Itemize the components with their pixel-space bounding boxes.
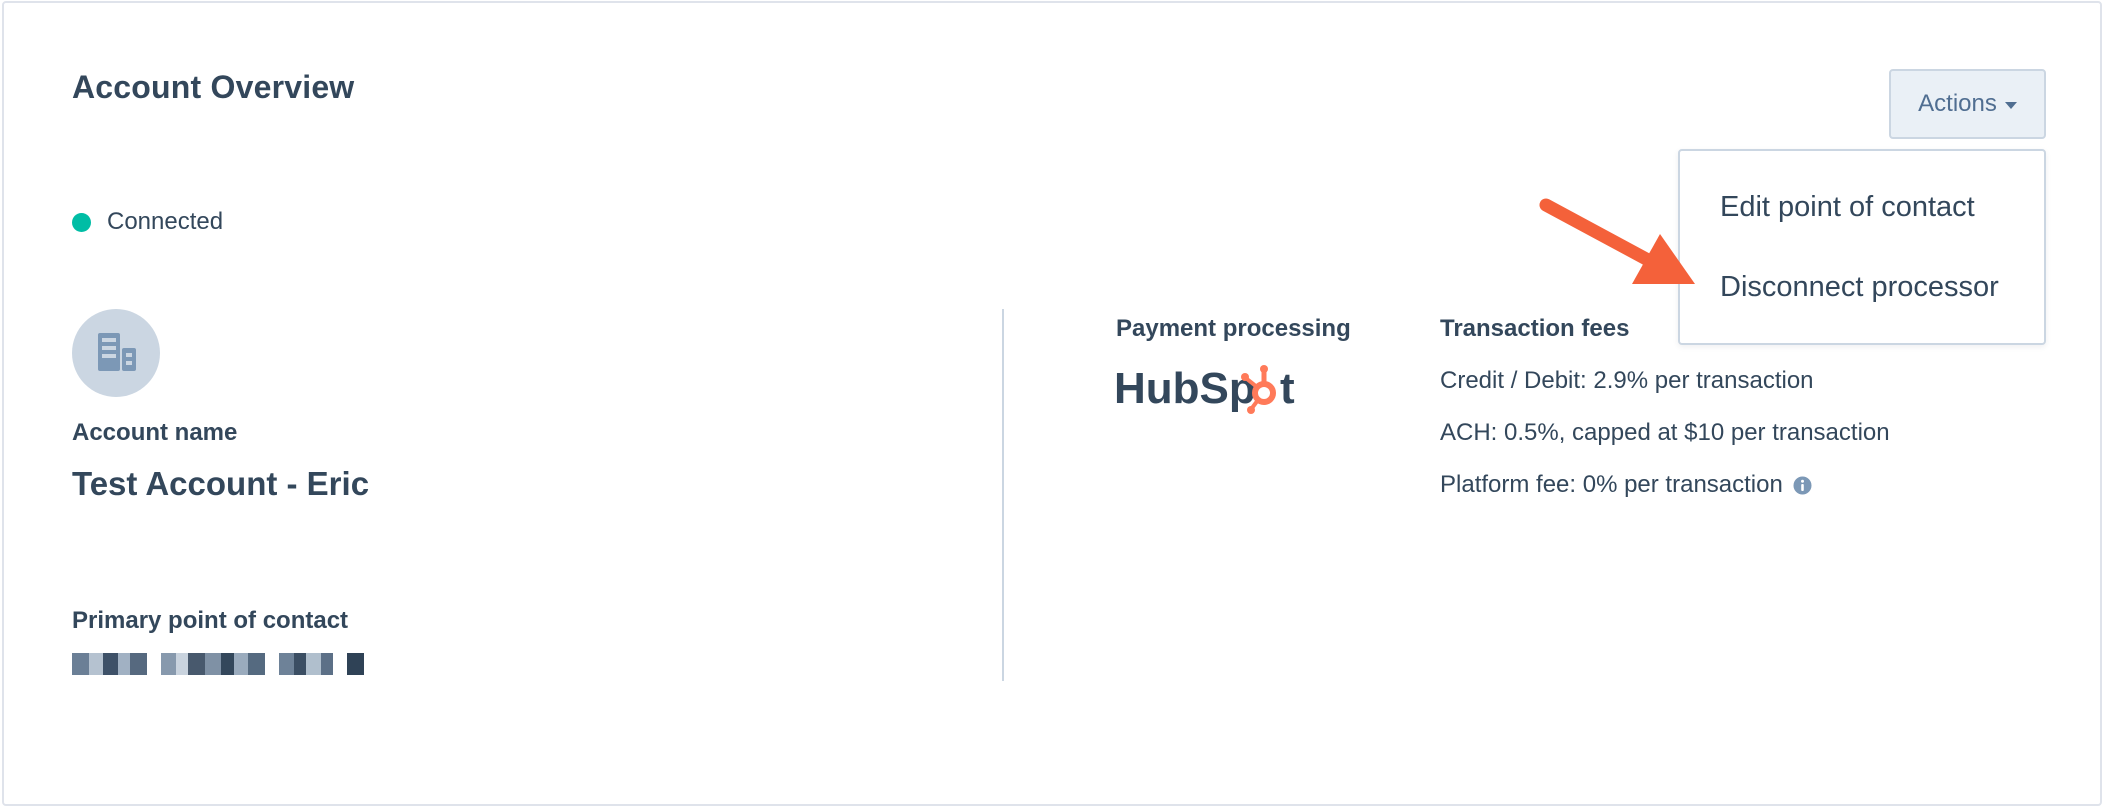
fee-platform-text: Platform fee: 0% per transaction <box>1440 471 1783 498</box>
status-dot-icon <box>72 212 91 232</box>
account-overview-card: Account Overview Connected Account name … <box>2 1 2102 806</box>
hubspot-logo: HubSp t <box>1114 361 1304 422</box>
account-avatar <box>72 309 160 397</box>
actions-button-label: Actions <box>1918 90 1997 117</box>
annotation-arrow-icon <box>1539 198 1695 284</box>
connection-status: Connected <box>72 208 223 236</box>
transaction-fees-label: Transaction fees <box>1440 315 1630 342</box>
payment-processing-label: Payment processing <box>1116 315 1351 342</box>
svg-text:HubSp: HubSp <box>1114 364 1256 413</box>
primary-contact-label: Primary point of contact <box>72 607 349 634</box>
account-name-value: Test Account - Eric <box>72 465 370 502</box>
actions-dropdown-menu: Edit point of contact Disconnect process… <box>1678 149 2046 345</box>
fee-ach: ACH: 0.5%, capped at $10 per transaction <box>1440 419 1890 446</box>
page-title: Account Overview <box>72 69 355 105</box>
fee-credit-debit: Credit / Debit: 2.9% per transaction <box>1440 367 1814 394</box>
status-label: Connected <box>107 208 224 235</box>
actions-button[interactable]: Actions <box>1889 69 2046 139</box>
account-name-label: Account name <box>72 419 238 446</box>
menu-item-edit-point-of-contact[interactable]: Edit point of contact <box>1720 191 1975 224</box>
section-divider <box>1002 309 1004 681</box>
menu-item-disconnect-processor[interactable]: Disconnect processor <box>1720 271 1999 304</box>
primary-contact-redacted <box>72 653 364 675</box>
info-icon[interactable] <box>1793 476 1812 495</box>
caret-down-icon <box>2004 101 2017 109</box>
svg-text:t: t <box>1280 364 1295 413</box>
building-icon <box>98 333 136 371</box>
fee-platform: Platform fee: 0% per transaction <box>1440 471 1812 499</box>
